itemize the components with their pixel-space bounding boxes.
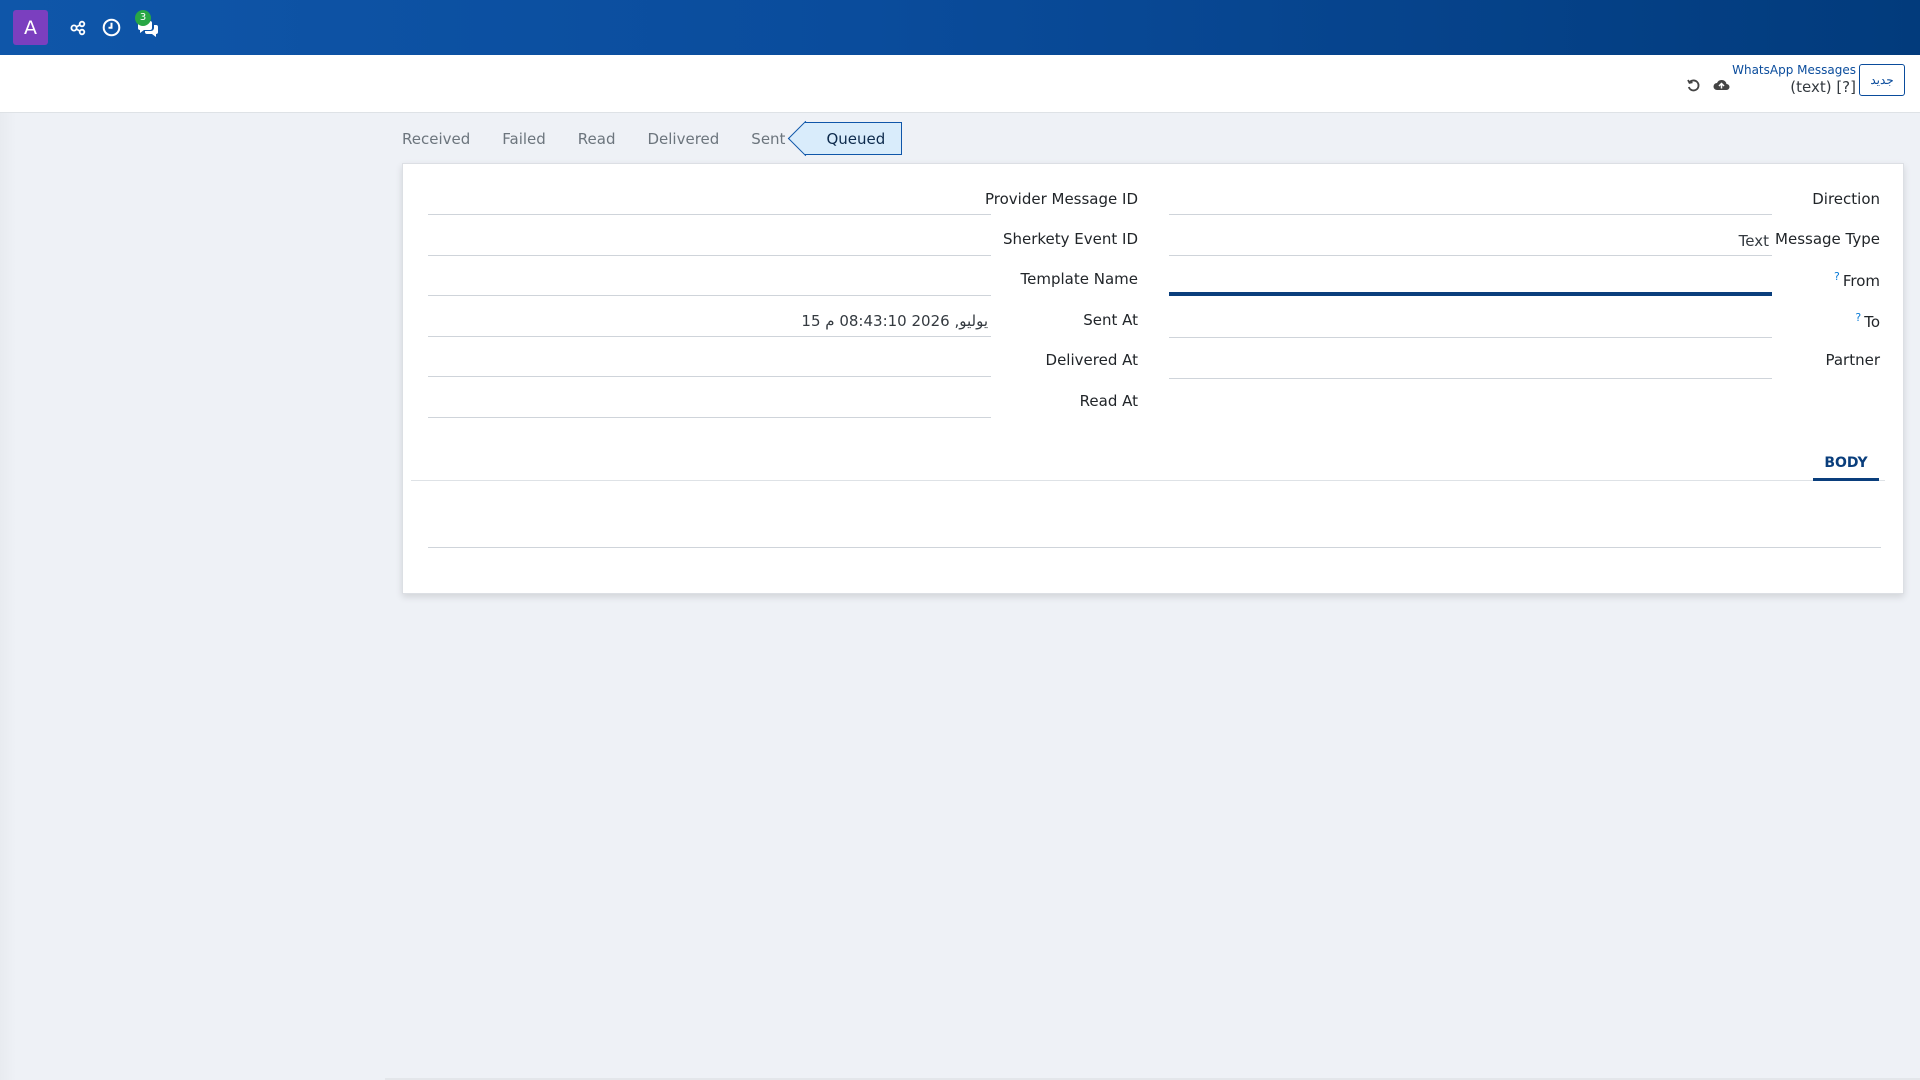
partner-label: Partner: [1825, 351, 1880, 369]
delivered-at-field[interactable]: [428, 376, 991, 377]
status-queued-active[interactable]: Queued: [805, 122, 903, 155]
body-field[interactable]: [428, 547, 1881, 548]
from-help-icon[interactable]: ?: [1834, 270, 1840, 283]
provider-message-id-field[interactable]: [428, 214, 991, 215]
status-delivered[interactable]: Delivered: [647, 130, 719, 148]
sherkety-event-id-field[interactable]: [428, 255, 991, 256]
sherkety-event-id-label: Sherkety Event ID: [1002, 230, 1138, 248]
sent-at-label: Sent At: [1083, 311, 1138, 329]
read-at-field[interactable]: [428, 417, 991, 418]
app-menu-avatar[interactable]: A: [13, 10, 48, 45]
sent-at-field[interactable]: [428, 336, 991, 337]
template-name-field[interactable]: [428, 295, 991, 296]
read-at-label: Read At: [1079, 392, 1138, 410]
status-sent[interactable]: Sent: [751, 130, 785, 148]
partner-field[interactable]: [1169, 378, 1772, 379]
to-help-icon[interactable]: ?: [1855, 311, 1861, 324]
sent-at-value: 15 يوليو, 2026 08:43:10 م: [801, 312, 988, 330]
chat-icon[interactable]: 3: [135, 9, 159, 37]
new-button[interactable]: جديد: [1859, 64, 1905, 96]
delivered-at-label: Delivered At: [1045, 351, 1138, 369]
form-sheet: Direction Message Type ? From ? To Partner…: [402, 163, 1904, 594]
control-panel: [0, 55, 1920, 113]
to-label: ? To: [1855, 311, 1880, 331]
breadcrumb-current: (text) [?]: [1790, 78, 1856, 96]
chat-badge: 3: [135, 9, 151, 26]
connections-icon[interactable]: [70, 20, 86, 36]
message-type-field[interactable]: [1169, 255, 1772, 256]
template-name-label: Template Name: [1020, 270, 1138, 288]
to-field[interactable]: [1169, 337, 1772, 338]
from-field[interactable]: [1169, 292, 1772, 296]
breadcrumb: WhatsApp Messages (text) [?]: [1732, 62, 1856, 96]
tab-body[interactable]: BODY: [1813, 450, 1879, 481]
top-navbar: A 3: [0, 0, 1920, 55]
message-type-label: Message Type: [1775, 230, 1880, 248]
status-failed[interactable]: Failed: [502, 130, 546, 148]
navbar-left-group: A 3: [13, 9, 159, 45]
status-received[interactable]: Received: [402, 130, 470, 148]
clock-icon[interactable]: [102, 18, 121, 37]
status-read[interactable]: Read: [578, 130, 616, 148]
breadcrumb-parent-link[interactable]: WhatsApp Messages: [1732, 62, 1856, 78]
status-bar: Received Failed Read Delivered Sent Queu…: [402, 122, 903, 155]
cloud-save-icon[interactable]: [1713, 78, 1730, 92]
to-label-text: To: [1864, 313, 1880, 331]
message-type-value: Text: [1738, 232, 1769, 250]
left-gutter: [0, 113, 16, 1080]
from-label-text: From: [1842, 272, 1880, 290]
discard-icon[interactable]: [1686, 78, 1701, 93]
direction-field[interactable]: [1169, 214, 1772, 215]
provider-message-id-label: Provider Message ID: [984, 190, 1138, 208]
direction-label: Direction: [1812, 190, 1880, 208]
notebook-tabs-divider: [411, 480, 1885, 481]
from-label: ? From: [1834, 270, 1880, 290]
